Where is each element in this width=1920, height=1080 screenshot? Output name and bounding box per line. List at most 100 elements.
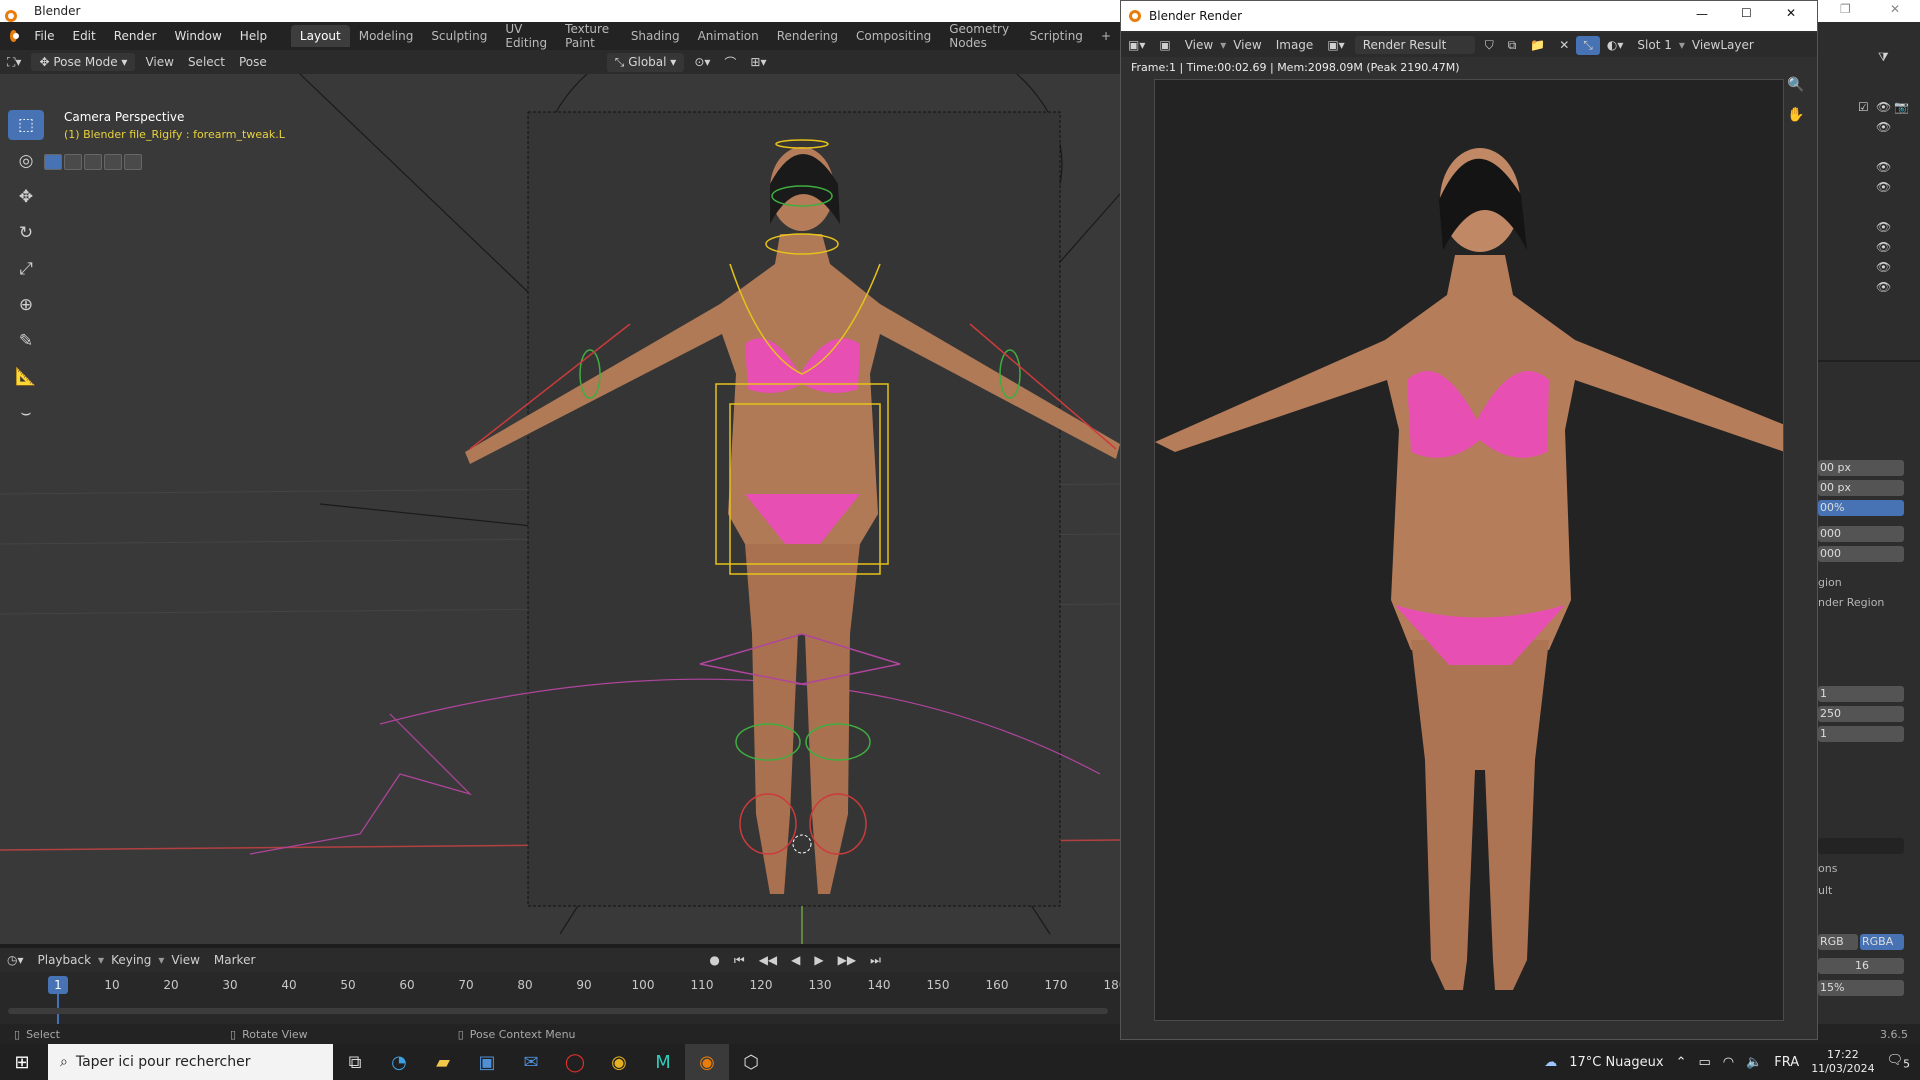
select-mode-intersect[interactable] [124, 154, 142, 170]
resolution-x-field[interactable]: 00 px [1818, 460, 1904, 476]
mode-dropdown[interactable]: ✥ Pose Mode ▾ [31, 53, 136, 71]
select-mode-subtract[interactable] [84, 154, 102, 170]
resolution-percent-field[interactable]: 00% [1818, 500, 1904, 516]
tab-shading[interactable]: Shading [622, 25, 689, 47]
task-view-icon[interactable]: ⧉ [333, 1044, 377, 1080]
pivot-point-icon[interactable]: ⊙▾ [687, 53, 717, 71]
unlink-icon[interactable]: ✕ [1552, 36, 1576, 54]
tab-rendering[interactable]: Rendering [768, 25, 847, 47]
image-browse-icon[interactable]: ▣▾ [1320, 36, 1351, 54]
timeline-menu-keying[interactable]: Keying [104, 951, 158, 969]
current-frame-indicator[interactable]: 1 [48, 976, 68, 994]
color-rgb-button[interactable]: RGB [1818, 934, 1858, 950]
rotate-tool-icon[interactable]: ↻ [8, 218, 44, 248]
menu-file[interactable]: File [25, 29, 63, 43]
render-result-image[interactable] [1154, 79, 1784, 1021]
aspect-y-field[interactable]: 000 [1818, 546, 1904, 562]
render-camera-icon[interactable]: 📷 [1894, 100, 1909, 114]
timeline-menu-playback[interactable]: Playback [31, 951, 99, 969]
visibility-eye-icon[interactable]: 👁 [1876, 120, 1891, 134]
m-app-icon[interactable]: M [641, 1044, 685, 1080]
tab-animation[interactable]: Animation [689, 25, 768, 47]
jump-end-icon[interactable]: ⏭ [863, 951, 888, 970]
view-layer-dropdown[interactable]: ViewLayer [1685, 36, 1761, 54]
tab-texture-paint[interactable]: Texture Paint [556, 18, 622, 54]
blender-menu-icon[interactable] [10, 30, 20, 42]
new-image-icon[interactable]: ⧉ [1501, 36, 1524, 55]
menu-edit[interactable]: Edit [63, 29, 104, 43]
next-key-icon[interactable]: ▶▶ [831, 951, 863, 969]
wifi-icon[interactable]: ◠ [1723, 1055, 1734, 1070]
output-path-field[interactable] [1818, 838, 1904, 854]
record-icon[interactable]: ● [702, 951, 726, 969]
restore-icon[interactable]: ❐ [1840, 2, 1851, 16]
viewport-menu-view[interactable]: View [138, 53, 180, 71]
tab-uv-editing[interactable]: UV Editing [496, 18, 556, 54]
weather-text[interactable]: 17°C Nuageux [1569, 1055, 1663, 1070]
jump-start-icon[interactable]: ⏮ [727, 951, 752, 970]
frame-end-field[interactable]: 250 [1818, 706, 1904, 722]
tab-compositing[interactable]: Compositing [847, 25, 940, 47]
visibility-eye-icon[interactable]: 👁 [1876, 100, 1891, 114]
clock[interactable]: 17:22 11/03/2024 [1811, 1048, 1874, 1076]
language-indicator[interactable]: FRA [1774, 1055, 1799, 1070]
move-tool-icon[interactable]: ✥ [8, 182, 44, 212]
color-rgba-button[interactable]: RGBA [1860, 934, 1904, 950]
annotate-tool-icon[interactable]: ✎ [8, 326, 44, 356]
menu-render[interactable]: Render [105, 29, 166, 43]
play-icon[interactable]: ▶ [807, 951, 830, 969]
slot-dropdown[interactable]: Slot 1 [1630, 36, 1678, 54]
menu-window[interactable]: Window [165, 29, 230, 43]
visibility-eye-icon[interactable]: 👁 [1876, 280, 1891, 294]
timeline[interactable]: 1 10 20 30 40 50 60 70 80 90 100 110 120 130 140 150 16… [0, 972, 1126, 1024]
frame-step-field[interactable]: 1 [1818, 726, 1904, 742]
image-menu-image[interactable]: Image [1269, 36, 1321, 54]
select-mode-extend[interactable] [64, 154, 82, 170]
snap-icon[interactable]: ⌒ [717, 52, 743, 73]
play-reverse-icon[interactable]: ◀ [784, 951, 807, 969]
scale-tool-icon[interactable]: ⤢ [8, 254, 44, 284]
file-explorer-icon[interactable]: ▰ [421, 1044, 465, 1080]
mail-icon[interactable]: ✉ [509, 1044, 553, 1080]
tab-sculpting[interactable]: Sculpting [422, 25, 496, 47]
tab-scripting[interactable]: Scripting [1021, 25, 1092, 47]
overlay-icon[interactable]: ◐▾ [1600, 36, 1631, 54]
blender-taskbar-icon[interactable]: ◉ [685, 1044, 729, 1080]
menu-help[interactable]: Help [231, 29, 276, 43]
view-mode-icon[interactable]: ▣ [1152, 36, 1177, 54]
aspect-x-field[interactable]: 000 [1818, 526, 1904, 542]
chevron-up-icon[interactable]: ⌃ [1676, 1055, 1687, 1070]
taskbar-search[interactable]: ⌕ Taper ici pour rechercher [48, 1044, 333, 1080]
image-menu-view-2[interactable]: View [1226, 36, 1268, 54]
timeline-editor-icon[interactable]: ◷▾ [0, 951, 31, 969]
chrome-icon[interactable]: ◉ [597, 1044, 641, 1080]
device-icon[interactable]: ▭ [1698, 1055, 1710, 1070]
tab-modeling[interactable]: Modeling [350, 25, 423, 47]
viewport-menu-select[interactable]: Select [181, 53, 232, 71]
frame-start-field[interactable]: 1 [1818, 686, 1904, 702]
image-name-field[interactable]: Render Result [1354, 36, 1475, 54]
open-image-icon[interactable]: 📁 [1523, 36, 1552, 54]
tab-layout[interactable]: Layout [290, 25, 350, 47]
visibility-eye-icon[interactable]: 👁 [1876, 260, 1891, 274]
visibility-eye-icon[interactable]: 👁 [1876, 160, 1891, 174]
filter-icon[interactable]: ⧩ [1878, 50, 1889, 65]
select-box-tool-icon[interactable]: ⬚ [8, 110, 44, 140]
notifications-icon[interactable]: 🗨5 [1887, 1053, 1910, 1071]
tab-geometry-nodes[interactable]: Geometry Nodes [940, 18, 1020, 54]
visibility-eye-icon[interactable]: 👁 [1876, 240, 1891, 254]
pan-hand-icon[interactable]: ✋ [1787, 107, 1804, 123]
prev-key-icon[interactable]: ◀◀ [752, 951, 784, 969]
measure-tool-icon[interactable]: 📐 [8, 362, 44, 392]
windows-start-icon[interactable]: ⊞ [0, 1044, 44, 1080]
checkbox-icon[interactable]: ☑ [1858, 100, 1869, 114]
resolution-y-field[interactable]: 00 px [1818, 480, 1904, 496]
close-icon[interactable]: ✕ [1786, 6, 1796, 20]
zoom-icon[interactable]: 🔍 [1787, 77, 1804, 93]
close-icon[interactable]: ✕ [1890, 2, 1900, 16]
opera-icon[interactable]: ◯ [553, 1044, 597, 1080]
editor-type-icon[interactable]: ⛶▾ [0, 53, 28, 72]
select-mode-invert[interactable] [104, 154, 122, 170]
timeline-menu-marker[interactable]: Marker [207, 951, 262, 969]
gizmo-icon[interactable]: ⤡ [1576, 35, 1600, 55]
